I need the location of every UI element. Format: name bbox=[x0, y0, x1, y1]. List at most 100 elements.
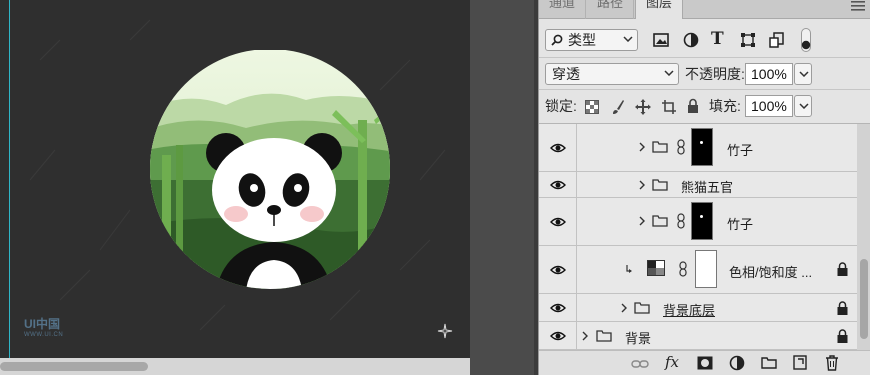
fill-dropdown-button[interactable] bbox=[794, 95, 812, 117]
tab-channels[interactable]: 通道 bbox=[539, 0, 587, 19]
layer-name: 背景 bbox=[625, 331, 652, 346]
visibility-toggle[interactable] bbox=[539, 198, 577, 245]
layers-bottom-bar: fx bbox=[539, 350, 870, 375]
panel-divider bbox=[470, 0, 538, 375]
vertical-scroll-thumb[interactable] bbox=[860, 259, 868, 339]
horizontal-scroll-thumb[interactable] bbox=[0, 362, 148, 371]
chevron-down-icon bbox=[799, 71, 809, 77]
visibility-toggle[interactable] bbox=[539, 246, 577, 293]
lock-transparent-pixels-icon[interactable] bbox=[585, 100, 599, 114]
link-icon[interactable] bbox=[677, 213, 685, 229]
tab-layers[interactable]: 图层 bbox=[635, 0, 684, 19]
layer-name: 竹子 bbox=[727, 143, 754, 158]
chevron-right-icon[interactable] bbox=[639, 180, 645, 190]
eye-icon bbox=[550, 331, 566, 340]
adjustment-filter-icon[interactable] bbox=[683, 32, 699, 48]
vertical-scrollbar[interactable] bbox=[857, 124, 870, 350]
add-mask-icon[interactable] bbox=[697, 356, 713, 370]
watermark-logo: UI中国 WWW.UI.CN bbox=[24, 315, 63, 338]
layer-list: 竹子 熊猫五官 竹子 色相/饱和度 ... 背景底层 背景 bbox=[539, 124, 857, 350]
eye-icon bbox=[550, 143, 566, 152]
artboard-lock-icon[interactable] bbox=[661, 99, 677, 115]
lock-all-icon[interactable] bbox=[687, 98, 699, 114]
filter-kind-label: 类型 bbox=[568, 32, 596, 48]
chevron-right-icon[interactable] bbox=[639, 142, 645, 152]
image-filter-icon[interactable] bbox=[653, 33, 669, 47]
panda-artwork bbox=[150, 50, 390, 289]
layer-row[interactable]: 背景 bbox=[539, 322, 857, 350]
chevron-right-icon[interactable] bbox=[621, 303, 627, 313]
opacity-input[interactable]: 100% bbox=[745, 63, 793, 85]
filter-kind-select[interactable]: 类型 bbox=[545, 29, 638, 51]
search-icon bbox=[551, 34, 563, 46]
panel-tab-strip: 通道 路径 图层 bbox=[539, 0, 870, 19]
chevron-down-icon bbox=[623, 36, 633, 42]
fx-icon[interactable]: fx bbox=[665, 353, 679, 371]
folder-icon bbox=[652, 141, 668, 153]
opacity-dropdown-button[interactable] bbox=[794, 63, 812, 85]
lock-fill-row: 锁定: 填充: 100% bbox=[539, 90, 870, 124]
folder-icon bbox=[634, 302, 650, 314]
document-canvas[interactable]: UI中国 WWW.UI.CN bbox=[0, 0, 470, 375]
tab-paths[interactable]: 路径 bbox=[587, 0, 635, 19]
visibility-toggle[interactable] bbox=[539, 172, 577, 197]
visibility-toggle[interactable] bbox=[539, 124, 577, 171]
fill-label: 填充: bbox=[709, 98, 741, 114]
lock-icon bbox=[837, 262, 848, 276]
chevron-down-icon bbox=[664, 70, 674, 76]
menu-icon[interactable] bbox=[851, 1, 865, 11]
brush-icon[interactable] bbox=[611, 99, 625, 115]
eye-icon bbox=[550, 180, 566, 189]
eye-icon bbox=[550, 217, 566, 226]
shape-filter-icon[interactable] bbox=[740, 32, 756, 48]
mask-thumbnail[interactable] bbox=[691, 128, 713, 166]
layer-row[interactable]: 背景底层 bbox=[539, 294, 857, 322]
new-layer-icon[interactable] bbox=[793, 355, 807, 370]
visibility-toggle[interactable] bbox=[539, 322, 577, 349]
crosshair-icon bbox=[437, 323, 453, 339]
layer-name: 色相/饱和度 ... bbox=[729, 265, 813, 280]
watermark-title: UI中国 bbox=[24, 317, 61, 331]
lock-icon bbox=[837, 301, 848, 315]
folder-icon bbox=[596, 330, 612, 342]
adjustment-layer-icon[interactable] bbox=[729, 355, 745, 371]
blend-mode-value: 穿透 bbox=[552, 66, 580, 82]
link-layers-icon[interactable] bbox=[631, 359, 649, 369]
layers-panel: 通道 路径 图层 类型 T 穿透 不透明度: 100% 锁定: 填充: 100%… bbox=[538, 0, 870, 375]
layer-name: 竹子 bbox=[727, 217, 754, 232]
link-icon[interactable] bbox=[677, 139, 685, 155]
blend-mode-select[interactable]: 穿透 bbox=[545, 63, 679, 85]
type-filter-icon[interactable]: T bbox=[711, 29, 724, 49]
folder-icon bbox=[652, 179, 668, 191]
layer-row[interactable]: 竹子 bbox=[539, 198, 857, 246]
mask-thumbnail[interactable] bbox=[691, 202, 713, 240]
opacity-label: 不透明度: bbox=[685, 66, 745, 82]
fill-input[interactable]: 100% bbox=[745, 95, 793, 117]
link-icon[interactable] bbox=[679, 261, 687, 277]
eye-icon bbox=[550, 265, 566, 274]
blend-opacity-row: 穿透 不透明度: 100% bbox=[539, 58, 870, 90]
layer-row[interactable]: 熊猫五官 bbox=[539, 172, 857, 198]
lock-icon bbox=[837, 329, 848, 343]
horizontal-scrollbar[interactable] bbox=[0, 358, 470, 375]
delete-layer-icon[interactable] bbox=[825, 355, 839, 371]
guide-line bbox=[9, 0, 10, 358]
hue-saturation-icon bbox=[647, 260, 665, 276]
smart-object-filter-icon[interactable] bbox=[769, 32, 785, 48]
chevron-right-icon[interactable] bbox=[582, 331, 588, 341]
filter-toggle-icon[interactable] bbox=[801, 28, 811, 52]
layer-filter-row: 类型 T bbox=[539, 20, 870, 58]
clipping-arrow-icon bbox=[626, 265, 632, 273]
layer-row[interactable]: 色相/饱和度 ... bbox=[539, 246, 857, 294]
mask-thumbnail[interactable] bbox=[695, 250, 717, 288]
layer-name: 熊猫五官 bbox=[681, 180, 734, 195]
visibility-toggle[interactable] bbox=[539, 294, 577, 321]
lock-label: 锁定: bbox=[545, 98, 577, 114]
new-group-icon[interactable] bbox=[761, 356, 777, 369]
folder-icon bbox=[652, 215, 668, 227]
move-icon[interactable] bbox=[635, 99, 651, 115]
eye-icon bbox=[550, 303, 566, 312]
watermark-subtitle: WWW.UI.CN bbox=[24, 332, 64, 338]
layer-row[interactable]: 竹子 bbox=[539, 124, 857, 172]
chevron-right-icon[interactable] bbox=[639, 216, 645, 226]
